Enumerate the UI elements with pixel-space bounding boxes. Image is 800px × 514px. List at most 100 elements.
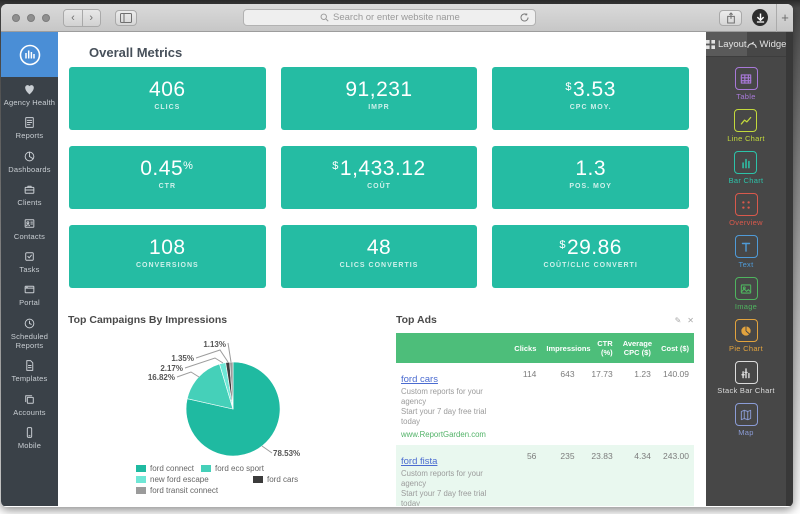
window-zoom-button[interactable]	[42, 14, 50, 22]
legend-item-new-ford-escape[interactable]: new ford escape	[136, 475, 209, 484]
address-bar[interactable]: Search or enter website name	[243, 9, 536, 26]
ad-link[interactable]: ford fista	[401, 456, 437, 467]
metric-card-pos-moy[interactable]: 1.3 POS. MOY	[492, 146, 689, 209]
ad-metric-cell: 140.09	[656, 363, 694, 445]
accounts-icon	[3, 393, 56, 406]
metric-label: IMPR	[281, 104, 478, 111]
downloads-icon	[756, 13, 765, 23]
sidebar-toggle-button[interactable]	[115, 10, 138, 26]
metric-card-co-t[interactable]: $1,433.12 COÛT	[281, 146, 478, 209]
scheduled-icon	[3, 317, 56, 330]
top-ads-header: Top Ads ✎ ✕	[396, 311, 694, 326]
image-icon	[735, 277, 758, 300]
ad-metric-cell: 56	[503, 445, 541, 507]
metric-value: $3.53	[492, 78, 689, 101]
close-icon[interactable]: ✕	[687, 316, 694, 325]
metric-card-co-t-clic-converti[interactable]: $29.86 COÛT/CLIC CONVERTI	[492, 225, 689, 288]
ads-table-row: ford fista Custom reports for your agenc…	[396, 445, 694, 507]
line-chart-icon	[734, 109, 757, 132]
sidebar-item-reports[interactable]: Reports	[1, 110, 58, 143]
tab-layout[interactable]: Layout	[706, 32, 747, 56]
metric-label: CTR	[69, 183, 266, 190]
window-close-button[interactable]	[12, 14, 20, 22]
metric-card-ctr[interactable]: 0.45% CTR	[69, 146, 266, 209]
legend-item-ford-transit-connect[interactable]: ford transit connect	[136, 486, 218, 495]
widget-pie-chart[interactable]: Pie Chart	[729, 319, 763, 353]
sidebar-toggle-icon	[120, 13, 132, 23]
new-tab-button[interactable]: +	[776, 4, 793, 32]
metric-label: CPC MOY.	[492, 104, 689, 111]
metric-label: CLICS CONVERTIS	[281, 262, 478, 269]
widget-line-chart[interactable]: Line Chart	[727, 109, 765, 143]
sidebar-item-clients[interactable]: Clients	[1, 177, 58, 210]
ad-link[interactable]: ford cars	[401, 374, 438, 385]
widget-map[interactable]: Map	[735, 403, 758, 437]
sidebar-item-contacts[interactable]: Contacts	[1, 211, 58, 244]
widget-overview[interactable]: Overview	[729, 193, 763, 227]
forward-button[interactable]: ›	[82, 10, 100, 26]
pie-chart-widget[interactable]: Top Campaigns By Impressions 78.53%16.82…	[68, 311, 388, 506]
window-controls	[12, 14, 50, 22]
dashboard-canvas: Overall Metrics 406 CLICS 91,231 IMPR $3…	[58, 32, 706, 506]
metric-value: 406	[69, 78, 266, 101]
sidebar-item-scheduled-reports[interactable]: Scheduled Reports	[1, 311, 58, 354]
metric-card-conversions[interactable]: 108 CONVERSIONS	[69, 225, 266, 288]
metric-card-clics-convertis[interactable]: 48 CLICS CONVERTIS	[281, 225, 478, 288]
metric-card-cpc-moy-[interactable]: $3.53 CPC MOY.	[492, 67, 689, 130]
metric-value: 91,231	[281, 78, 478, 101]
metric-card-impr[interactable]: 91,231 IMPR	[281, 67, 478, 130]
legend-item-ford-eco-sport[interactable]: ford eco sport	[201, 464, 264, 473]
share-icon	[726, 12, 736, 24]
sidebar-item-mobile[interactable]: Mobile	[1, 420, 58, 453]
legend-item-ford-connect[interactable]: ford connect	[136, 464, 194, 473]
legend-item-ford-cars[interactable]: ford cars	[253, 475, 298, 484]
portal-icon	[3, 283, 56, 296]
reportgarden-logo-icon	[18, 43, 42, 67]
metric-card-clics[interactable]: 406 CLICS	[69, 67, 266, 130]
share-button[interactable]	[719, 10, 742, 26]
widget-image[interactable]: Image	[735, 277, 758, 311]
app-logo[interactable]	[1, 32, 58, 77]
sidebar-item-templates[interactable]: Templates	[1, 353, 58, 386]
ad-metric-cell: 4.34	[618, 445, 656, 507]
tab-widgets[interactable]: Widgets	[747, 32, 793, 56]
stack-bar-chart-icon	[735, 361, 758, 384]
page-title: Overall Metrics	[89, 45, 706, 60]
ad-metric-cell: 235	[541, 445, 579, 507]
widget-bar-chart[interactable]: Bar Chart	[729, 151, 764, 185]
widget-text[interactable]: Text	[735, 235, 758, 269]
ad-metric-cell: 643	[541, 363, 579, 445]
reload-icon[interactable]	[519, 12, 530, 26]
edit-icon[interactable]: ✎	[675, 316, 682, 325]
ad-metric-cell: 17.73	[580, 363, 618, 445]
reports-icon	[3, 116, 56, 129]
legend-swatch	[253, 476, 263, 483]
ads-column-header: Clicks	[503, 333, 541, 363]
sidebar-item-agency-health[interactable]: Agency Health	[1, 77, 58, 110]
ad-metric-cell: 114	[503, 363, 541, 445]
right-sidebar-tabs: Layout Widgets	[706, 32, 793, 57]
metric-value: 108	[69, 236, 266, 259]
templates-icon	[3, 359, 56, 372]
sidebar-item-tasks[interactable]: Tasks	[1, 244, 58, 277]
widget-stack-bar-chart[interactable]: Stack Bar Chart	[717, 361, 774, 395]
downloads-button[interactable]	[752, 9, 768, 26]
sidebar-item-portal[interactable]: Portal	[1, 277, 58, 310]
widget-table[interactable]: Table	[735, 67, 758, 101]
top-ads-widget[interactable]: Top Ads ✎ ✕ ClicksImpressionsCTR (%)Aver…	[396, 311, 694, 506]
sidebar-item-accounts[interactable]: Accounts	[1, 387, 58, 420]
svg-text:78.53%: 78.53%	[273, 449, 300, 458]
svg-text:1.35%: 1.35%	[171, 354, 194, 363]
sidebar-item-dashboards[interactable]: Dashboards	[1, 144, 58, 177]
metric-value: $29.86	[492, 236, 689, 259]
layout-icon	[706, 40, 715, 49]
metric-label: COÛT	[281, 183, 478, 190]
back-button[interactable]: ‹	[64, 10, 82, 26]
window-minimize-button[interactable]	[27, 14, 35, 22]
pie-chart: 78.53%16.82%2.17%1.35%1.13%	[68, 331, 388, 463]
ads-column-header: Cost ($)	[656, 333, 694, 363]
ad-metric-cell: 243.00	[656, 445, 694, 507]
svg-text:2.17%: 2.17%	[160, 364, 183, 373]
metric-value: 48	[281, 236, 478, 259]
text-icon	[735, 235, 758, 258]
